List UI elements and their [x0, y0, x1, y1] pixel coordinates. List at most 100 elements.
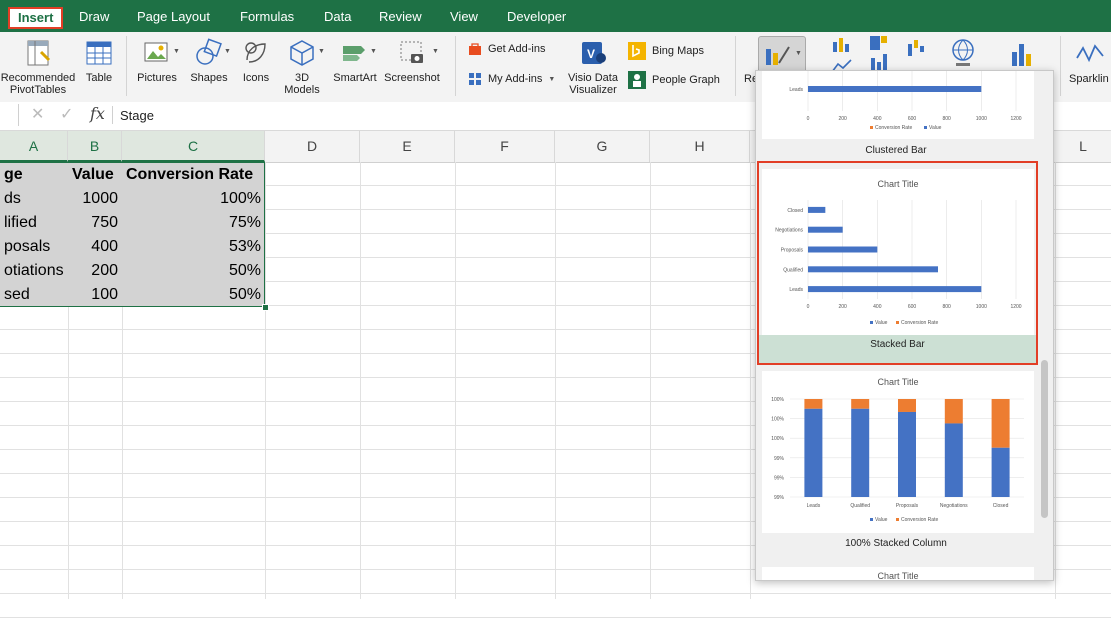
formula-divider — [112, 106, 113, 124]
pivottable-icon — [27, 40, 51, 66]
fill-handle[interactable] — [262, 304, 269, 311]
bing-maps-button[interactable]: Bing Maps — [628, 42, 704, 60]
tab-view[interactable]: View — [450, 0, 478, 32]
3d-models-button[interactable]: 3D Models — [280, 38, 324, 96]
column-header-c[interactable]: C — [122, 131, 265, 162]
gallery-item-clustered-bar[interactable]: 0 200 400 600 800 1000 1200 Leads Conversion Rat… — [762, 71, 1034, 139]
chevron-down-icon[interactable]: ▼ — [173, 48, 180, 55]
icons-label: Icons — [242, 72, 270, 84]
people-graph-icon — [628, 71, 646, 89]
bar-segment — [804, 408, 823, 497]
svg-text:V: V — [587, 47, 595, 61]
y-tick-label: 99% — [774, 495, 785, 501]
column-header-a[interactable]: A — [0, 131, 68, 162]
screenshot-label: Screenshot — [384, 72, 440, 84]
grid-column-line — [650, 162, 651, 599]
bar-segment — [944, 399, 963, 424]
x-tick-label: Negotiations — [940, 503, 968, 509]
table-icon — [86, 41, 112, 65]
chevron-down-icon: ▼ — [795, 50, 802, 57]
gallery-partial-title: Chart Title — [877, 571, 919, 581]
x-tick-label: 200 — [838, 116, 847, 122]
column-header-e[interactable]: E — [360, 131, 455, 162]
smartart-icon — [343, 46, 365, 61]
bar-segment — [851, 408, 870, 497]
pivotchart-icon[interactable] — [1008, 40, 1036, 68]
get-addins-label: Get Add-ins — [488, 43, 546, 55]
bar-chart-icon — [766, 46, 790, 65]
pictures-button[interactable]: Pictures — [132, 38, 182, 84]
column-header-b[interactable]: B — [68, 131, 122, 162]
icons-icon — [245, 42, 266, 63]
legend-label: Value — [929, 125, 942, 131]
get-addins-button[interactable]: Get Add-ins — [468, 42, 545, 56]
smartart-button[interactable]: SmartArt — [330, 38, 380, 84]
legend-label: Conversion Rate — [901, 517, 938, 523]
gallery-scrollbar[interactable] — [1041, 360, 1048, 518]
cancel-icon[interactable]: ✕ — [31, 104, 44, 124]
tab-developer[interactable]: Developer — [507, 0, 566, 32]
3d-models-label: 3D Models — [284, 72, 320, 96]
chevron-down-icon[interactable]: ▼ — [432, 48, 439, 55]
ribbon-separator — [455, 36, 456, 96]
bar-segment — [991, 447, 1010, 497]
chevron-down-icon[interactable]: ▼ — [224, 48, 231, 55]
y-tick-label: 99% — [774, 456, 785, 462]
people-graph-label: People Graph — [652, 74, 720, 86]
recommended-pivottables-button[interactable]: Recommended PivotTables — [0, 38, 76, 96]
chevron-down-icon[interactable]: ▼ — [370, 48, 377, 55]
grid-column-line — [265, 162, 266, 599]
column-header-h[interactable]: H — [650, 131, 750, 162]
screenshot-button[interactable]: Screenshot — [383, 38, 441, 84]
gallery-label-100-stacked-column: 100% Stacked Column — [845, 538, 947, 549]
sparklines-icon[interactable] — [1075, 42, 1105, 64]
x-tick-label: 1000 — [976, 116, 987, 122]
x-tick-label: Proposals — [896, 503, 919, 509]
waterfall-chart-icon[interactable] — [906, 36, 932, 60]
tab-insert[interactable]: Insert — [8, 7, 64, 29]
bar-segment — [851, 399, 870, 409]
y-tick-label: 100% — [771, 397, 784, 403]
tab-review[interactable]: Review — [379, 0, 422, 32]
legend-swatch — [896, 518, 899, 521]
my-addins-button[interactable]: My Add-ins ▼ — [468, 72, 555, 86]
chevron-down-icon[interactable]: ▼ — [318, 48, 325, 55]
y-tick-label: 99% — [774, 475, 785, 481]
tab-page-layout[interactable]: Page Layout — [137, 0, 210, 32]
people-graph-button[interactable]: People Graph — [628, 71, 720, 89]
ribbon-separator — [735, 36, 736, 96]
enter-check-icon[interactable]: ✓ — [60, 104, 73, 124]
selection-border — [0, 162, 265, 307]
icons-button[interactable]: Icons — [238, 38, 274, 84]
gallery-item-100-stacked-column[interactable]: Chart Title 100% 100% 100% 99% 99% 99% Leads Qua… — [762, 371, 1034, 533]
gallery-item-next[interactable]: Chart Title — [762, 567, 1034, 581]
map-chart-icon[interactable] — [950, 38, 976, 68]
shapes-label: Shapes — [190, 72, 228, 84]
legend-label: Conversion Rate — [875, 125, 912, 131]
column-header-l[interactable]: L — [1055, 131, 1111, 162]
column-header-d[interactable]: D — [265, 131, 360, 162]
chart-type-dropdown-button[interactable]: ▼ — [758, 36, 806, 74]
column-header-g[interactable]: G — [555, 131, 650, 162]
shapes-button[interactable]: Shapes — [186, 38, 232, 84]
pictures-icon — [144, 42, 168, 62]
grid-column-line — [360, 162, 361, 599]
column-header-f[interactable]: F — [455, 131, 555, 162]
tab-formulas[interactable]: Formulas — [240, 0, 294, 32]
x-tick-label: Closed — [993, 503, 1009, 509]
formula-input[interactable]: Stage — [120, 108, 154, 123]
visio-data-visualizer-button[interactable]: V Visio Data Visualizer — [564, 38, 622, 96]
x-tick-label: 400 — [873, 116, 882, 122]
fx-icon[interactable]: fx — [90, 104, 105, 123]
bar-segment — [898, 411, 916, 497]
tab-data[interactable]: Data — [324, 0, 351, 32]
tab-draw[interactable]: Draw — [79, 0, 109, 32]
hierarchy-chart-icon[interactable] — [868, 34, 896, 74]
table-button[interactable]: Table — [80, 38, 118, 84]
name-box[interactable] — [0, 104, 19, 126]
y-tick-label: Leads — [789, 87, 803, 93]
clustered-bar-preview: 0 200 400 600 800 1000 1200 Leads Conversion Rat… — [789, 71, 1022, 131]
x-tick-label: Leads — [807, 503, 821, 509]
table-label: Table — [85, 72, 113, 84]
ribbon-separator — [1060, 36, 1061, 96]
